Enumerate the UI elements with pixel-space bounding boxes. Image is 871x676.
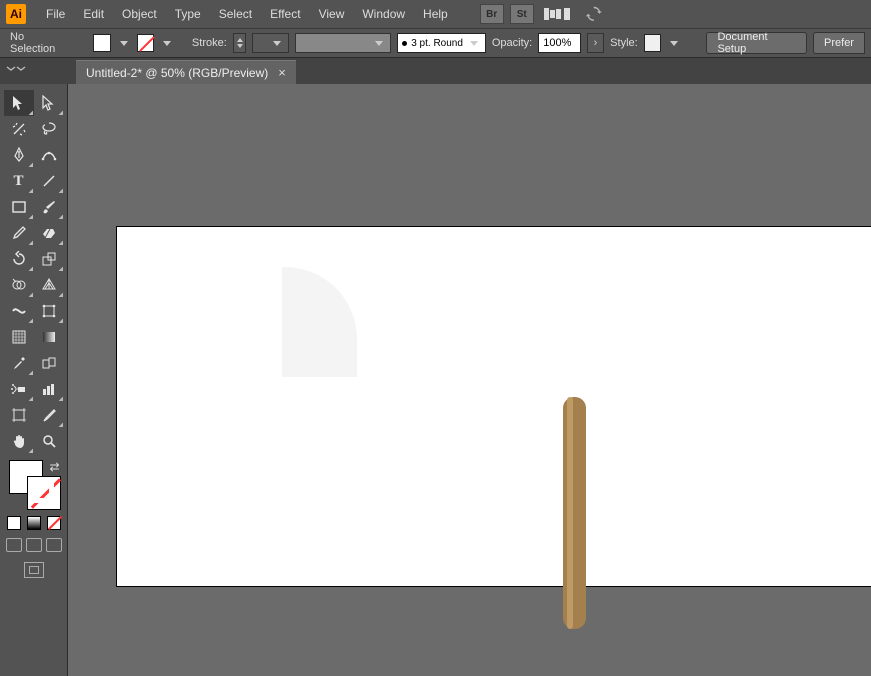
zoom-tool[interactable] [34,428,64,454]
brush-label: 3 pt. Round [411,38,463,49]
stroke-dropdown[interactable] [163,41,171,46]
bridge-button[interactable]: Br [480,4,504,24]
type-tool[interactable]: T [4,168,34,194]
gradient-tool[interactable] [34,324,64,350]
width-tool[interactable] [4,298,34,324]
menu-edit[interactable]: Edit [75,3,112,25]
toolbox: T [0,84,68,676]
style-dropdown[interactable] [670,41,678,46]
artwork-quarter-shape[interactable] [282,267,357,377]
toolbox-stroke-swatch[interactable] [27,476,61,510]
eraser-tool[interactable] [34,220,64,246]
brush-definition[interactable]: 3 pt. Round [397,33,486,53]
curvature-tool[interactable] [34,142,64,168]
swap-fill-stroke-icon[interactable]: ⇄ [50,460,62,472]
stock-button[interactable]: St [510,4,534,24]
style-label: Style: [610,37,638,49]
menu-select[interactable]: Select [211,3,260,25]
stroke-weight-dropdown[interactable] [252,33,289,53]
mesh-tool[interactable] [4,324,34,350]
free-transform-tool[interactable] [34,298,64,324]
opacity-label: Opacity: [492,37,532,49]
close-tab-button[interactable]: × [278,65,286,80]
pen-tool[interactable] [4,142,34,168]
lasso-tool[interactable] [34,116,64,142]
shape-builder-tool[interactable] [4,272,34,298]
stroke-swatch[interactable] [137,34,154,52]
scale-tool[interactable] [34,246,64,272]
fill-swatch[interactable] [93,34,110,52]
menu-type[interactable]: Type [167,3,209,25]
eyedropper-tool[interactable] [4,350,34,376]
menu-file[interactable]: File [38,3,73,25]
preferences-button[interactable]: Prefer [813,32,865,54]
variable-width-profile[interactable] [295,33,391,53]
selection-tool[interactable] [4,90,34,116]
menu-window[interactable]: Window [354,3,413,25]
color-mode-solid[interactable] [7,516,21,530]
chevron-down-icon: ▾ [564,8,569,20]
line-segment-tool[interactable] [34,168,64,194]
arrange-documents-button[interactable]: ▾ [544,6,570,22]
control-bar: No Selection Stroke: 3 pt. Round Opacity… [0,28,871,58]
panel-collapse-grip[interactable] [2,62,30,76]
menu-help[interactable]: Help [415,3,456,25]
selection-status: No Selection [6,31,74,55]
magic-wand-tool[interactable] [4,116,34,142]
rotate-tool[interactable] [4,246,34,272]
paintbrush-tool[interactable] [34,194,64,220]
hand-tool[interactable] [4,428,34,454]
draw-modes [6,538,62,552]
color-mode-gradient[interactable] [27,516,41,530]
canvas-area[interactable] [68,84,871,676]
stroke-label: Stroke: [192,37,227,49]
menu-object[interactable]: Object [114,3,165,25]
draw-behind[interactable] [26,538,42,552]
document-tab-row: Untitled-2* @ 50% (RGB/Preview) × [0,58,871,84]
rectangle-tool[interactable] [4,194,34,220]
artwork-stick-shape[interactable] [563,397,586,629]
chevron-down-icon [470,41,478,46]
symbol-sprayer-tool[interactable] [4,376,34,402]
workspace: T [0,84,871,676]
color-mode-none[interactable] [47,516,61,530]
graphic-style-swatch[interactable] [644,34,661,52]
direct-selection-tool[interactable] [34,90,64,116]
draw-inside[interactable] [46,538,62,552]
slice-tool[interactable] [34,402,64,428]
artboard-tool[interactable] [4,402,34,428]
column-graph-tool[interactable] [34,376,64,402]
screen-mode-button[interactable] [24,562,44,578]
blend-tool[interactable] [34,350,64,376]
brush-dot-icon [402,41,407,46]
document-tab[interactable]: Untitled-2* @ 50% (RGB/Preview) × [76,60,296,84]
stroke-weight-stepper[interactable] [233,33,247,53]
fill-stroke-indicator[interactable]: ⇄ [5,460,63,510]
fill-dropdown[interactable] [120,41,128,46]
opacity-value[interactable]: 100% [538,33,581,53]
perspective-grid-tool[interactable] [34,272,64,298]
menu-effect[interactable]: Effect [262,3,308,25]
opacity-popup[interactable]: › [587,33,604,53]
menubar: Ai File Edit Object Type Select Effect V… [0,0,871,28]
menu-view[interactable]: View [311,3,353,25]
artboard[interactable] [116,226,871,587]
color-mode-row [7,516,61,530]
app-logo: Ai [6,4,26,24]
document-setup-button[interactable]: Document Setup [706,32,807,54]
sync-settings-icon[interactable] [584,4,604,24]
draw-normal[interactable] [6,538,22,552]
document-tab-title: Untitled-2* @ 50% (RGB/Preview) [86,66,268,80]
pencil-tool[interactable] [4,220,34,246]
